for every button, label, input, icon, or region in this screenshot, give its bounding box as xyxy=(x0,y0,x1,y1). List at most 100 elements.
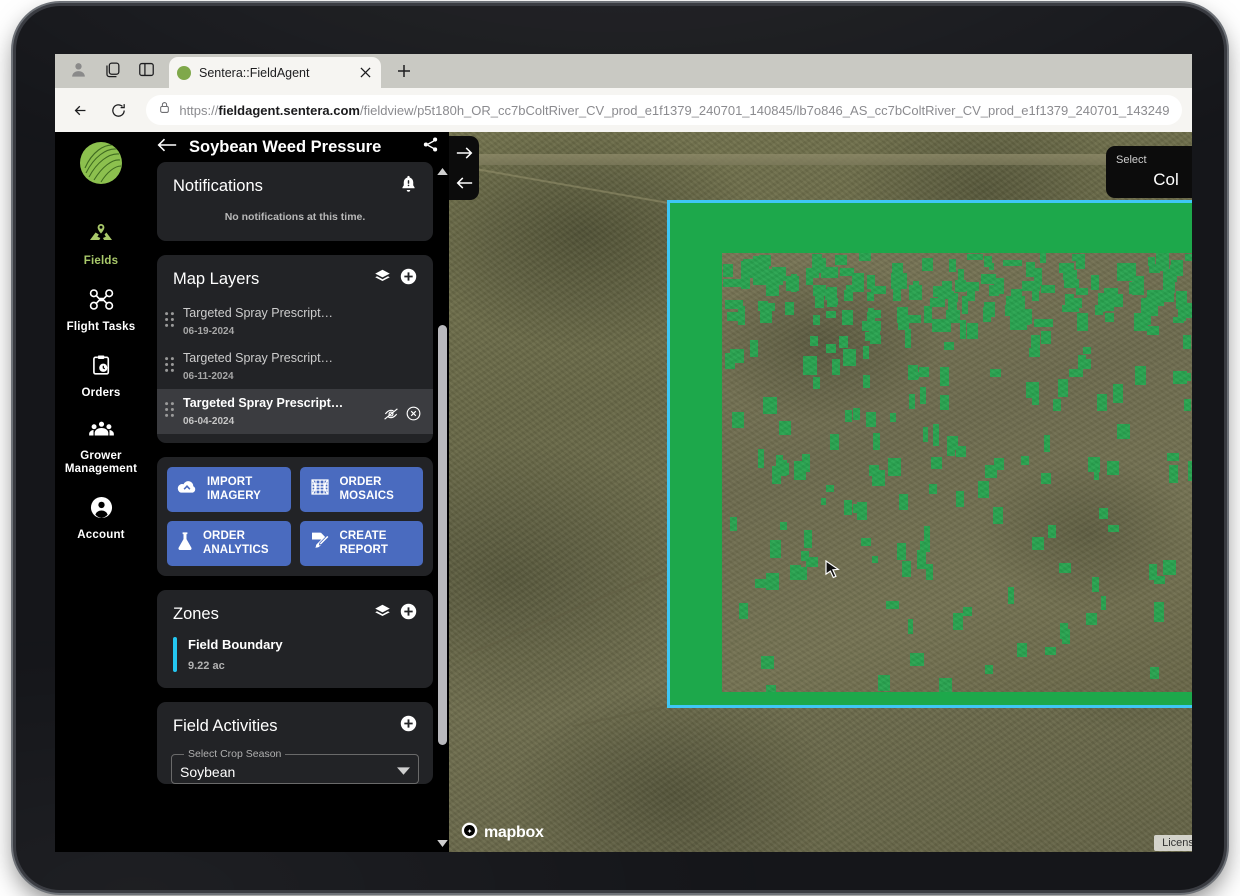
layers-icon[interactable] xyxy=(374,603,391,625)
action-button[interactable]: CREATE REPORT xyxy=(299,521,423,566)
map-layer-date: 06-19-2024 xyxy=(183,326,235,337)
back-arrow-icon[interactable] xyxy=(65,94,97,126)
action-button[interactable]: IMPORT IMAGERY xyxy=(167,467,291,512)
remove-circle-icon[interactable] xyxy=(406,406,421,426)
cloud-upload-icon xyxy=(176,478,198,501)
scroll-up-arrow-icon[interactable] xyxy=(437,162,448,180)
action-button-label-line1: ORDER xyxy=(339,475,382,488)
sidebar-item-flight-tasks[interactable]: Flight Tasks xyxy=(55,279,147,345)
add-circle-icon[interactable] xyxy=(400,603,417,625)
map-layer-name: Targeted Spray Prescript… xyxy=(183,306,334,320)
sidebar-item-label: Flight Tasks xyxy=(66,321,136,334)
map-layers-card: Map Layers Targeted Spray Prescript… 06-… xyxy=(157,255,433,443)
map-color-select-label: Select xyxy=(1116,154,1147,166)
url-input[interactable]: https://fieldagent.sentera.com/fieldview… xyxy=(146,95,1182,125)
scrollbar-thumb[interactable] xyxy=(438,325,447,745)
arrow-right-icon[interactable] xyxy=(452,142,476,164)
drag-handle-icon[interactable] xyxy=(165,311,174,332)
primary-nav-rail: Fields Flight Tasks Orders Grower Manage… xyxy=(55,132,147,852)
tab-title: Sentera::FieldAgent xyxy=(199,65,310,80)
flask-icon xyxy=(176,531,194,556)
action-button[interactable]: ORDER ANALYTICS xyxy=(167,521,291,566)
scrollbar-track[interactable] xyxy=(436,180,449,834)
sentera-favicon xyxy=(177,65,191,80)
notifications-header: Notifications xyxy=(157,162,433,207)
bell-alert-icon[interactable] xyxy=(400,175,417,198)
map-license-link[interactable]: License xyxy=(1154,835,1192,851)
mapbox-attribution[interactable]: mapbox xyxy=(461,822,544,844)
mapbox-wordmark: mapbox xyxy=(484,824,544,841)
prescription-zone-overlay[interactable] xyxy=(667,200,1192,708)
browser-tab[interactable]: Sentera::FieldAgent xyxy=(169,57,381,88)
map-canvas[interactable]: Select Col mapbox License xyxy=(449,132,1192,852)
map-road xyxy=(449,154,1192,165)
tablet-device: Sentera::FieldAgent https://fieldagent.s… xyxy=(16,6,1224,890)
map-layer-row[interactable]: Targeted Spray Prescript… 06-04-2024 xyxy=(157,389,433,434)
action-button-label-line2: IMAGERY xyxy=(207,489,261,502)
url-text: https://fieldagent.sentera.com/fieldview… xyxy=(179,102,1170,118)
fieldagent-app: Fields Flight Tasks Orders Grower Manage… xyxy=(55,132,1192,852)
map-color-select-panel[interactable]: Select Col xyxy=(1106,146,1192,198)
crop-season-select[interactable]: Select Crop Season Soybean xyxy=(171,748,419,784)
arrow-left-icon[interactable] xyxy=(452,172,476,194)
close-icon[interactable] xyxy=(357,65,373,81)
sidebar-item-label: Grower Management xyxy=(64,449,138,475)
notifications-title: Notifications xyxy=(173,177,263,195)
collections-icon[interactable] xyxy=(95,54,129,86)
field-activities-header: Field Activities xyxy=(157,702,433,746)
new-tab-button[interactable] xyxy=(389,56,419,86)
action-button-label-line2: MOSAICS xyxy=(339,489,394,502)
left-panel-column: Soybean Weed Pressure Notifications No n… xyxy=(147,132,449,852)
split-screen-icon[interactable] xyxy=(129,54,163,86)
sidebar-item-grower-management[interactable]: Grower Management xyxy=(55,412,147,487)
map-pan-controls xyxy=(449,136,479,200)
drag-handle-icon[interactable] xyxy=(165,401,174,422)
document-edit-icon xyxy=(309,531,331,556)
eye-off-icon[interactable] xyxy=(383,407,399,426)
browser-omnibar: https://fieldagent.sentera.com/fieldview… xyxy=(55,88,1192,132)
action-button-label-line2: ANALYTICS xyxy=(203,543,269,556)
back-arrow-icon[interactable] xyxy=(157,137,177,158)
share-icon[interactable] xyxy=(422,136,439,158)
panel-scrollbar[interactable] xyxy=(436,162,449,852)
reload-icon[interactable] xyxy=(103,94,135,126)
layers-icon[interactable] xyxy=(374,268,391,290)
profile-icon[interactable] xyxy=(61,54,95,86)
zone-name: Field Boundary xyxy=(188,637,283,652)
chevron-down-icon[interactable] xyxy=(397,763,410,781)
zones-card: Zones Field Boundary 9.22 ac xyxy=(157,590,433,688)
drag-handle-icon[interactable] xyxy=(165,356,174,377)
scroll-down-arrow-icon[interactable] xyxy=(437,834,448,852)
mapbox-logo-icon xyxy=(461,822,478,844)
clipboard-clock-icon xyxy=(90,354,112,382)
sidebar-item-fields[interactable]: Fields xyxy=(55,214,147,279)
zone-list-item[interactable]: Field Boundary 9.22 ac xyxy=(157,634,433,688)
sidebar-item-label: Account xyxy=(77,529,125,542)
notifications-empty-text: No notifications at this time. xyxy=(224,211,366,223)
sentera-logo[interactable] xyxy=(80,142,122,184)
zones-title: Zones xyxy=(173,604,219,623)
zone-area: 9.22 ac xyxy=(188,660,225,672)
field-activities-card: Field Activities Select Crop Season Soyb… xyxy=(157,702,433,784)
mosaic-grid-icon xyxy=(309,477,331,502)
action-button-label-line1: CREATE xyxy=(339,529,387,542)
map-layer-row[interactable]: Targeted Spray Prescript… 06-11-2024 xyxy=(157,344,433,389)
field-header: Soybean Weed Pressure xyxy=(147,132,449,162)
action-button[interactable]: ORDER MOSAICS xyxy=(299,467,423,512)
map-layer-date: 06-04-2024 xyxy=(183,416,235,427)
sidebar-item-orders[interactable]: Orders xyxy=(55,345,147,411)
map-layer-date: 06-11-2024 xyxy=(183,371,234,382)
add-circle-icon[interactable] xyxy=(400,715,417,737)
crop-season-value: Soybean xyxy=(180,763,236,780)
map-layers-header: Map Layers xyxy=(157,255,433,299)
action-button-label-line2: REPORT xyxy=(339,543,389,556)
action-button-grid: IMPORT IMAGERY ORDER MOSAICS ORDER ANALY… xyxy=(157,457,433,576)
add-circle-icon[interactable] xyxy=(400,268,417,290)
map-color-select-value: Col xyxy=(1153,170,1179,189)
map-layer-row[interactable]: Targeted Spray Prescript… 06-19-2024 xyxy=(157,299,433,344)
account-circle-icon xyxy=(90,496,113,524)
sidebar-item-label: Fields xyxy=(83,255,119,267)
sidebar-item-account[interactable]: Account xyxy=(55,487,147,553)
panel-stack: Notifications No notifications at this t… xyxy=(157,162,433,784)
people-group-icon xyxy=(88,421,114,445)
